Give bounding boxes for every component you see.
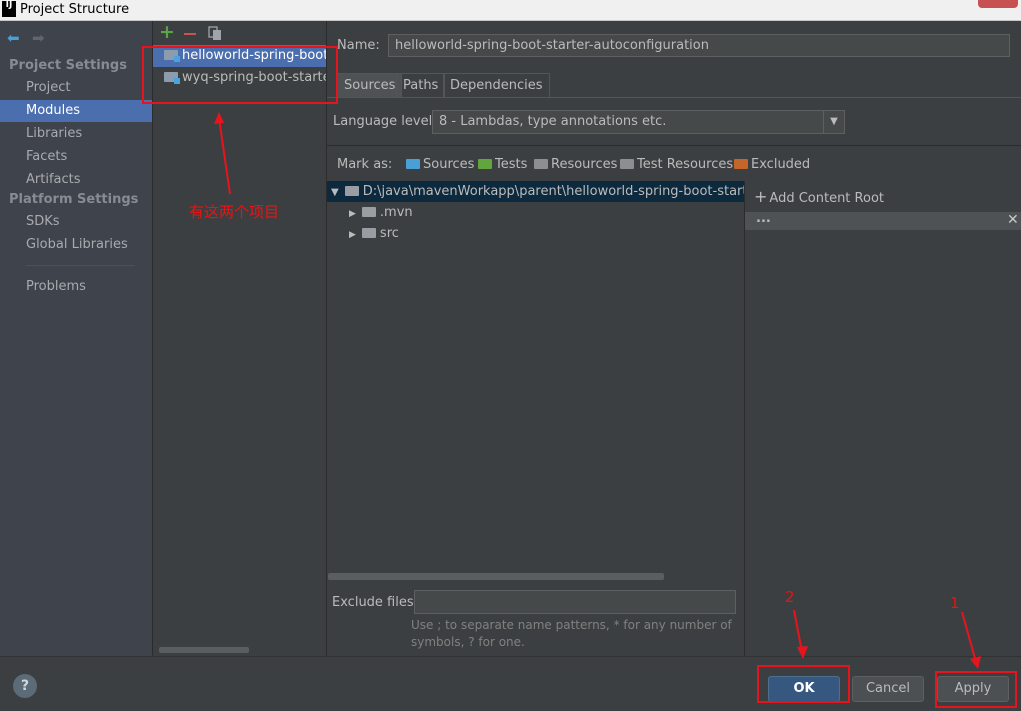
annotation-modules-note: 有这两个项目 <box>189 203 280 221</box>
annotation-arrows <box>214 112 981 669</box>
arrow-to-apply <box>961 611 977 663</box>
arrowhead-down-icon <box>797 646 808 659</box>
arrowhead-up-icon <box>214 112 224 124</box>
arrowhead-down-icon <box>970 656 981 669</box>
annotation-step-2: 2 <box>785 588 795 606</box>
arrow-to-modules <box>218 117 231 195</box>
arrow-to-ok <box>793 609 803 653</box>
annotation-step-1: 1 <box>950 594 960 612</box>
